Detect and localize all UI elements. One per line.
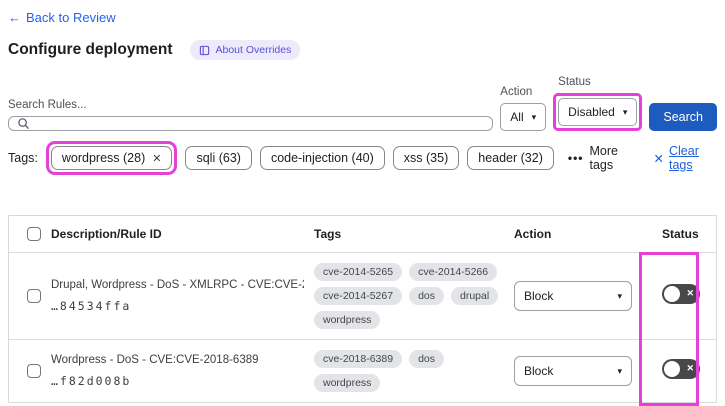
rule-description: Drupal, Wordpress - DoS - XMLRPC - CVE:C… (51, 279, 304, 291)
action-select[interactable]: Block ▾ (514, 281, 632, 311)
rule-tag: dos (409, 287, 444, 305)
checkbox-cell (9, 364, 51, 378)
action-cell: Block ▾ (514, 281, 654, 311)
highlight-box-status-dropdown: Disabled ▾ (553, 93, 643, 131)
column-header-description: Description/Rule ID (51, 227, 162, 241)
rule-id: …f82d008b (51, 374, 132, 388)
search-icon (17, 117, 30, 130)
rule-id: …84534ffa (51, 299, 132, 313)
tags-label: Tags: (8, 151, 38, 165)
action-select-value: Block (524, 289, 554, 303)
column-header-tags: Tags (314, 227, 342, 241)
about-overrides-badge[interactable]: About Overrides (190, 40, 301, 60)
status-value: Disabled (568, 105, 615, 119)
configure-deployment-page: ← Back to Review Configure deployment Ab… (0, 0, 725, 406)
rule-tag: cve-2014-5266 (409, 263, 498, 281)
highlight-box-selected-tag: wordpress (28) ✕ (45, 141, 178, 175)
filter-tag-list: sqli (63) code-injection (40) xss (35) head… (185, 146, 554, 170)
table-body: Drupal, Wordpress - DoS - XMLRPC - CVE:C… (9, 253, 716, 402)
back-to-review-link[interactable]: ← Back to Review (8, 10, 116, 25)
more-tags-button[interactable]: ••• More tags (568, 144, 636, 172)
rule-description: Wordpress - DoS - CVE:CVE-2018-6389 (51, 354, 259, 366)
toggle-off-icon: ✕ (686, 363, 694, 373)
tag-filter[interactable]: code-injection (40) (259, 146, 385, 170)
status-toggle[interactable]: ✕ (662, 358, 700, 379)
row-checkbox[interactable] (27, 364, 41, 378)
tag-filter[interactable]: header (32) (467, 146, 554, 170)
action-select[interactable]: Block ▾ (514, 356, 632, 386)
action-select-value: Block (524, 364, 554, 378)
chevron-down-icon: ▾ (622, 106, 628, 117)
rule-tags-cell: cve-2014-5265 cve-2014-5266 cve-2014-5267 d… (314, 253, 514, 339)
rule-tag: cve-2014-5267 (314, 287, 403, 305)
action-value: All (510, 110, 524, 124)
table-header-row: Description/Rule ID Tags Action Status (9, 216, 716, 253)
table-row: Drupal, Wordpress - DoS - XMLRPC - CVE:C… (9, 253, 716, 340)
tag-filter-label: wordpress (28) (61, 151, 146, 165)
rule-tag: wordpress (314, 311, 381, 329)
page-title: Configure deployment (8, 41, 173, 58)
back-link-label: Back to Review (26, 10, 116, 25)
clear-tags-link[interactable]: ✕ Clear tags (654, 144, 717, 172)
status-cell: ✕ (654, 358, 716, 384)
title-row: Configure deployment About Overrides (8, 40, 717, 60)
about-badge-label: About Overrides (215, 44, 292, 56)
status-cell: ✕ (654, 283, 716, 309)
chevron-down-icon: ▾ (531, 111, 537, 122)
toggle-knob (664, 360, 680, 377)
rule-tag: wordpress (314, 374, 381, 392)
table-row: Wordpress - DoS - CVE:CVE-2018-6389 …f82d… (9, 340, 716, 402)
rule-tag: drupal (451, 287, 499, 305)
remove-tag-icon[interactable]: ✕ (152, 152, 161, 165)
status-dropdown[interactable]: Disabled ▾ (558, 98, 638, 126)
rule-tag: cve-2014-5265 (314, 263, 403, 281)
toggle-knob (664, 285, 680, 302)
filter-row: Search Rules... Action All ▾ Status Disa… (8, 76, 717, 131)
book-icon (199, 45, 210, 56)
ellipsis-icon: ••• (567, 151, 584, 165)
action-dropdown[interactable]: All ▾ (500, 103, 547, 131)
description-cell: Drupal, Wordpress - DoS - XMLRPC - CVE:C… (51, 267, 314, 325)
checkbox-cell (9, 289, 51, 303)
status-toggle[interactable]: ✕ (662, 283, 700, 304)
column-header-status: Status (662, 227, 699, 241)
search-rules-label: Search Rules... (8, 99, 87, 111)
row-checkbox[interactable] (27, 289, 41, 303)
action-label: Action (500, 86, 533, 98)
more-tags-label: More tags (589, 144, 618, 172)
tags-bar: Tags: wordpress (28) ✕ sqli (63) code-inj… (8, 141, 717, 175)
action-cell: Block ▾ (514, 356, 654, 386)
back-arrow-icon: ← (8, 10, 21, 25)
clear-tags-label: Clear tags (669, 144, 699, 172)
column-header-action: Action (514, 227, 552, 241)
rule-tag: cve-2018-6389 (314, 350, 403, 368)
description-cell: Wordpress - DoS - CVE:CVE-2018-6389 …f82d… (51, 342, 314, 400)
search-button[interactable]: Search (649, 103, 717, 131)
rule-tags-cell: cve-2018-6389 dos wordpress (314, 340, 514, 402)
tag-filter-wordpress[interactable]: wordpress (28) ✕ (50, 146, 173, 170)
rule-tag: dos (409, 350, 444, 368)
select-all-checkbox[interactable] (27, 227, 41, 241)
toggle-off-icon: ✕ (686, 288, 694, 298)
search-input[interactable] (8, 116, 494, 131)
status-label: Status (558, 76, 591, 88)
tag-filter[interactable]: sqli (63) (185, 146, 252, 170)
chevron-down-icon: ▾ (617, 365, 622, 376)
rules-table: Description/Rule ID Tags Action Status D… (8, 215, 717, 406)
clear-x-icon: ✕ (653, 151, 664, 166)
tag-filter[interactable]: xss (35) (392, 146, 460, 170)
chevron-down-icon: ▾ (617, 290, 622, 301)
